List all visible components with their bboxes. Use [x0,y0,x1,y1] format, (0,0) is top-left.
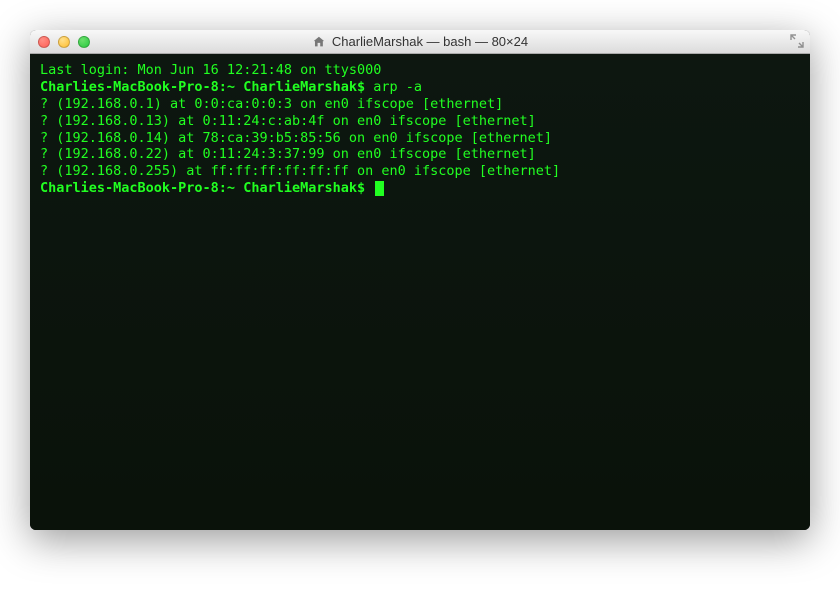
fullscreen-icon[interactable] [790,34,804,48]
arp-output-line: ? (192.168.0.14) at 78:ca:39:b5:85:56 on… [40,130,800,147]
arp-output-line: ? (192.168.0.22) at 0:11:24:3:37:99 on e… [40,146,800,163]
titlebar[interactable]: CharlieMarshak — bash — 80×24 [30,30,810,54]
terminal-body[interactable]: Last login: Mon Jun 16 12:21:48 on ttys0… [30,54,810,530]
arp-output-line: ? (192.168.0.255) at ff:ff:ff:ff:ff:ff o… [40,163,800,180]
traffic-lights [38,36,90,48]
minimize-button[interactable] [58,36,70,48]
arp-output-line: ? (192.168.0.13) at 0:11:24:c:ab:4f on e… [40,113,800,130]
prompt-line: Charlies-MacBook-Pro-8:~ CharlieMarshak$ [40,180,800,197]
last-login-line: Last login: Mon Jun 16 12:21:48 on ttys0… [40,62,800,79]
prompt-host: Charlies-MacBook-Pro-8:~ CharlieMarshak$ [40,180,365,196]
window-title: CharlieMarshak — bash — 80×24 [312,34,528,49]
close-button[interactable] [38,36,50,48]
zoom-button[interactable] [78,36,90,48]
arp-output-line: ? (192.168.0.1) at 0:0:ca:0:0:3 on en0 i… [40,96,800,113]
terminal-window: CharlieMarshak — bash — 80×24 Last login… [30,30,810,530]
command-text: arp -a [373,79,422,95]
command-line: Charlies-MacBook-Pro-8:~ CharlieMarshak$… [40,79,800,96]
home-icon [312,35,326,49]
prompt-host: Charlies-MacBook-Pro-8:~ CharlieMarshak$ [40,79,365,95]
cursor-block [375,181,384,196]
window-title-text: CharlieMarshak — bash — 80×24 [332,34,528,49]
